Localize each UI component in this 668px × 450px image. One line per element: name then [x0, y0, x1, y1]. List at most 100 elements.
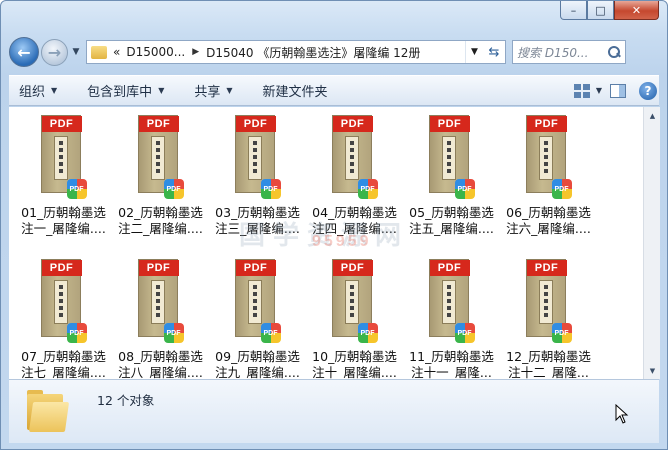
close-button[interactable]: ✕ [614, 1, 659, 20]
address-dropdown-icon[interactable]: ▼ [465, 41, 483, 63]
file-name-line-2: 注一_屠隆编.... [21, 221, 106, 236]
file-name-line-1: 08_历朝翰墨选 [118, 349, 203, 364]
include-in-library-label: 包含到库中 [87, 85, 153, 100]
badge-label: PDF [457, 329, 472, 337]
file-name-line-2: 注九_屠隆编.... [215, 365, 300, 379]
pdf-file-icon: PDF PDF [40, 115, 87, 199]
toolbar-right-group: ▼ ? [569, 81, 659, 101]
breadcrumb-overflow[interactable]: « [113, 45, 120, 59]
badge-label: PDF [554, 185, 569, 193]
file-name: 05_历朝翰墨选 注五_屠隆编.... [404, 205, 499, 237]
watermark-number: 95959 [312, 233, 372, 250]
pdf-file-icon: PDF PDF [428, 115, 475, 199]
include-in-library-menu[interactable]: 包含到库中 ▼ [87, 81, 164, 100]
organize-menu[interactable]: 组织 ▼ [19, 81, 57, 100]
pdf-app-badge-icon: PDF [260, 179, 281, 199]
file-name: 12_历朝翰墨选 注十二_屠隆... [501, 349, 596, 379]
pdf-app-badge-icon: PDF [357, 179, 378, 199]
pdf-label: PDF [429, 260, 470, 276]
forward-button[interactable]: → [41, 38, 68, 66]
file-name-line-2: 注七_屠隆编.... [21, 365, 106, 379]
breadcrumb-item-current[interactable]: D15040 《历朝翰墨选注》屠隆编 12册 [206, 44, 420, 61]
file-item[interactable]: PDF PDF 05_历朝翰墨选 注五_屠隆编.... [403, 113, 500, 245]
file-name: 09_历朝翰墨选 注九_屠隆编.... [210, 349, 305, 379]
badge-label: PDF [69, 185, 84, 193]
pdf-app-badge-icon: PDF [66, 179, 87, 199]
window-controls: – □ ✕ [560, 1, 659, 20]
preview-pane-button[interactable] [607, 81, 629, 101]
scroll-up-icon[interactable]: ▲ [644, 107, 661, 124]
folder-icon [27, 388, 70, 432]
breadcrumb-separator-icon[interactable]: ▶ [192, 47, 199, 57]
file-item[interactable]: PDF PDF 07_历朝翰墨选 注七_屠隆编.... [15, 257, 112, 379]
pdf-app-badge-icon: PDF [454, 323, 475, 343]
chevron-down-icon: ▼ [226, 86, 233, 95]
file-name-line-1: 07_历朝翰墨选 [21, 349, 106, 364]
share-label: 共享 [194, 85, 221, 100]
new-folder-button[interactable]: 新建文件夹 [263, 81, 328, 100]
file-item[interactable]: PDF PDF 02_历朝翰墨选 注二_屠隆编.... [112, 113, 209, 245]
address-bar[interactable]: « D15000... ▶ D15040 《历朝翰墨选注》屠隆编 12册 ▼ ⇆ [86, 40, 506, 64]
breadcrumb-item[interactable]: D15000... [126, 45, 185, 59]
refresh-icon[interactable]: ⇆ [483, 41, 505, 63]
pdf-file-icon: PDF PDF [331, 115, 378, 199]
vertical-scrollbar[interactable]: ▲ ▼ [643, 107, 660, 379]
minimize-button[interactable]: – [560, 1, 587, 20]
file-name-line-1: 02_历朝翰墨选 [118, 205, 203, 220]
file-item[interactable]: PDF PDF 06_历朝翰墨选 注六_屠隆编.... [500, 113, 597, 245]
file-item[interactable]: PDF PDF 11_历朝翰墨选 注十一_屠隆... [403, 257, 500, 379]
file-name-line-1: 06_历朝翰墨选 [506, 205, 591, 220]
file-item[interactable]: PDF PDF 01_历朝翰墨选 注一_屠隆编.... [15, 113, 112, 245]
command-bar: 组织 ▼ 包含到库中 ▼ 共享 ▼ 新建文件夹 ▼ ? [9, 75, 659, 106]
pdf-app-badge-icon: PDF [551, 179, 572, 199]
maximize-button[interactable]: □ [587, 1, 614, 20]
file-name-line-2: 注十_屠隆编.... [312, 365, 397, 379]
forward-arrow-icon: → [47, 42, 62, 62]
pdf-file-icon: PDF PDF [137, 259, 184, 343]
file-name: 10_历朝翰墨选 注十_屠隆编.... [307, 349, 402, 379]
badge-label: PDF [360, 329, 375, 337]
pdf-app-badge-icon: PDF [66, 323, 87, 343]
search-placeholder: 搜索 D150... [517, 45, 589, 60]
file-list-pane[interactable]: PDF PDF 01_历朝翰墨选 注一_屠隆编.... PDF PDF 02_历朝翰墨选 注二… [9, 107, 643, 379]
file-name-line-1: 12_历朝翰墨选 [506, 349, 591, 364]
scroll-down-icon[interactable]: ▼ [644, 362, 661, 379]
file-name-line-1: 05_历朝翰墨选 [409, 205, 494, 220]
pdf-file-icon: PDF PDF [331, 259, 378, 343]
folder-icon [91, 45, 107, 59]
search-input[interactable]: 搜索 D150... [512, 40, 626, 64]
file-item[interactable]: PDF PDF 09_历朝翰墨选 注九_屠隆编.... [209, 257, 306, 379]
help-button[interactable]: ? [637, 81, 659, 101]
back-button[interactable]: ← [9, 37, 39, 67]
pdf-label: PDF [332, 116, 373, 132]
file-item[interactable]: PDF PDF 10_历朝翰墨选 注十_屠隆编.... [306, 257, 403, 379]
search-icon[interactable] [607, 45, 621, 59]
pdf-file-icon: PDF PDF [137, 115, 184, 199]
pdf-label: PDF [41, 260, 82, 276]
pdf-app-badge-icon: PDF [163, 323, 184, 343]
preview-pane-icon [610, 83, 626, 98]
change-view-button[interactable]: ▼ [573, 81, 603, 101]
file-name-line-1: 01_历朝翰墨选 [21, 205, 106, 220]
pdf-label: PDF [526, 116, 567, 132]
recent-pages-dropdown[interactable]: ▼ [70, 47, 82, 57]
pdf-file-icon: PDF PDF [234, 115, 281, 199]
file-name: 02_历朝翰墨选 注二_屠隆编.... [113, 205, 208, 237]
file-item[interactable]: PDF PDF 08_历朝翰墨选 注八_屠隆编.... [112, 257, 209, 379]
file-name-line-2: 注十一_屠隆... [411, 365, 492, 379]
book-title-strip [344, 136, 359, 180]
pdf-file-icon: PDF PDF [428, 259, 475, 343]
share-menu[interactable]: 共享 ▼ [194, 81, 232, 100]
file-name-line-2: 注六_屠隆编.... [506, 221, 591, 236]
chevron-down-icon: ▼ [51, 86, 58, 95]
pdf-app-badge-icon: PDF [551, 323, 572, 343]
book-title-strip [53, 280, 68, 324]
book-title-strip [538, 136, 553, 180]
view-grid-icon [573, 83, 590, 98]
file-item[interactable]: PDF PDF 12_历朝翰墨选 注十二_屠隆... [500, 257, 597, 379]
chevron-down-icon: ▼ [595, 86, 603, 95]
organize-label: 组织 [19, 85, 46, 100]
chevron-down-icon: ▼ [158, 86, 165, 95]
book-title-strip [441, 136, 456, 180]
book-title-strip [344, 280, 359, 324]
